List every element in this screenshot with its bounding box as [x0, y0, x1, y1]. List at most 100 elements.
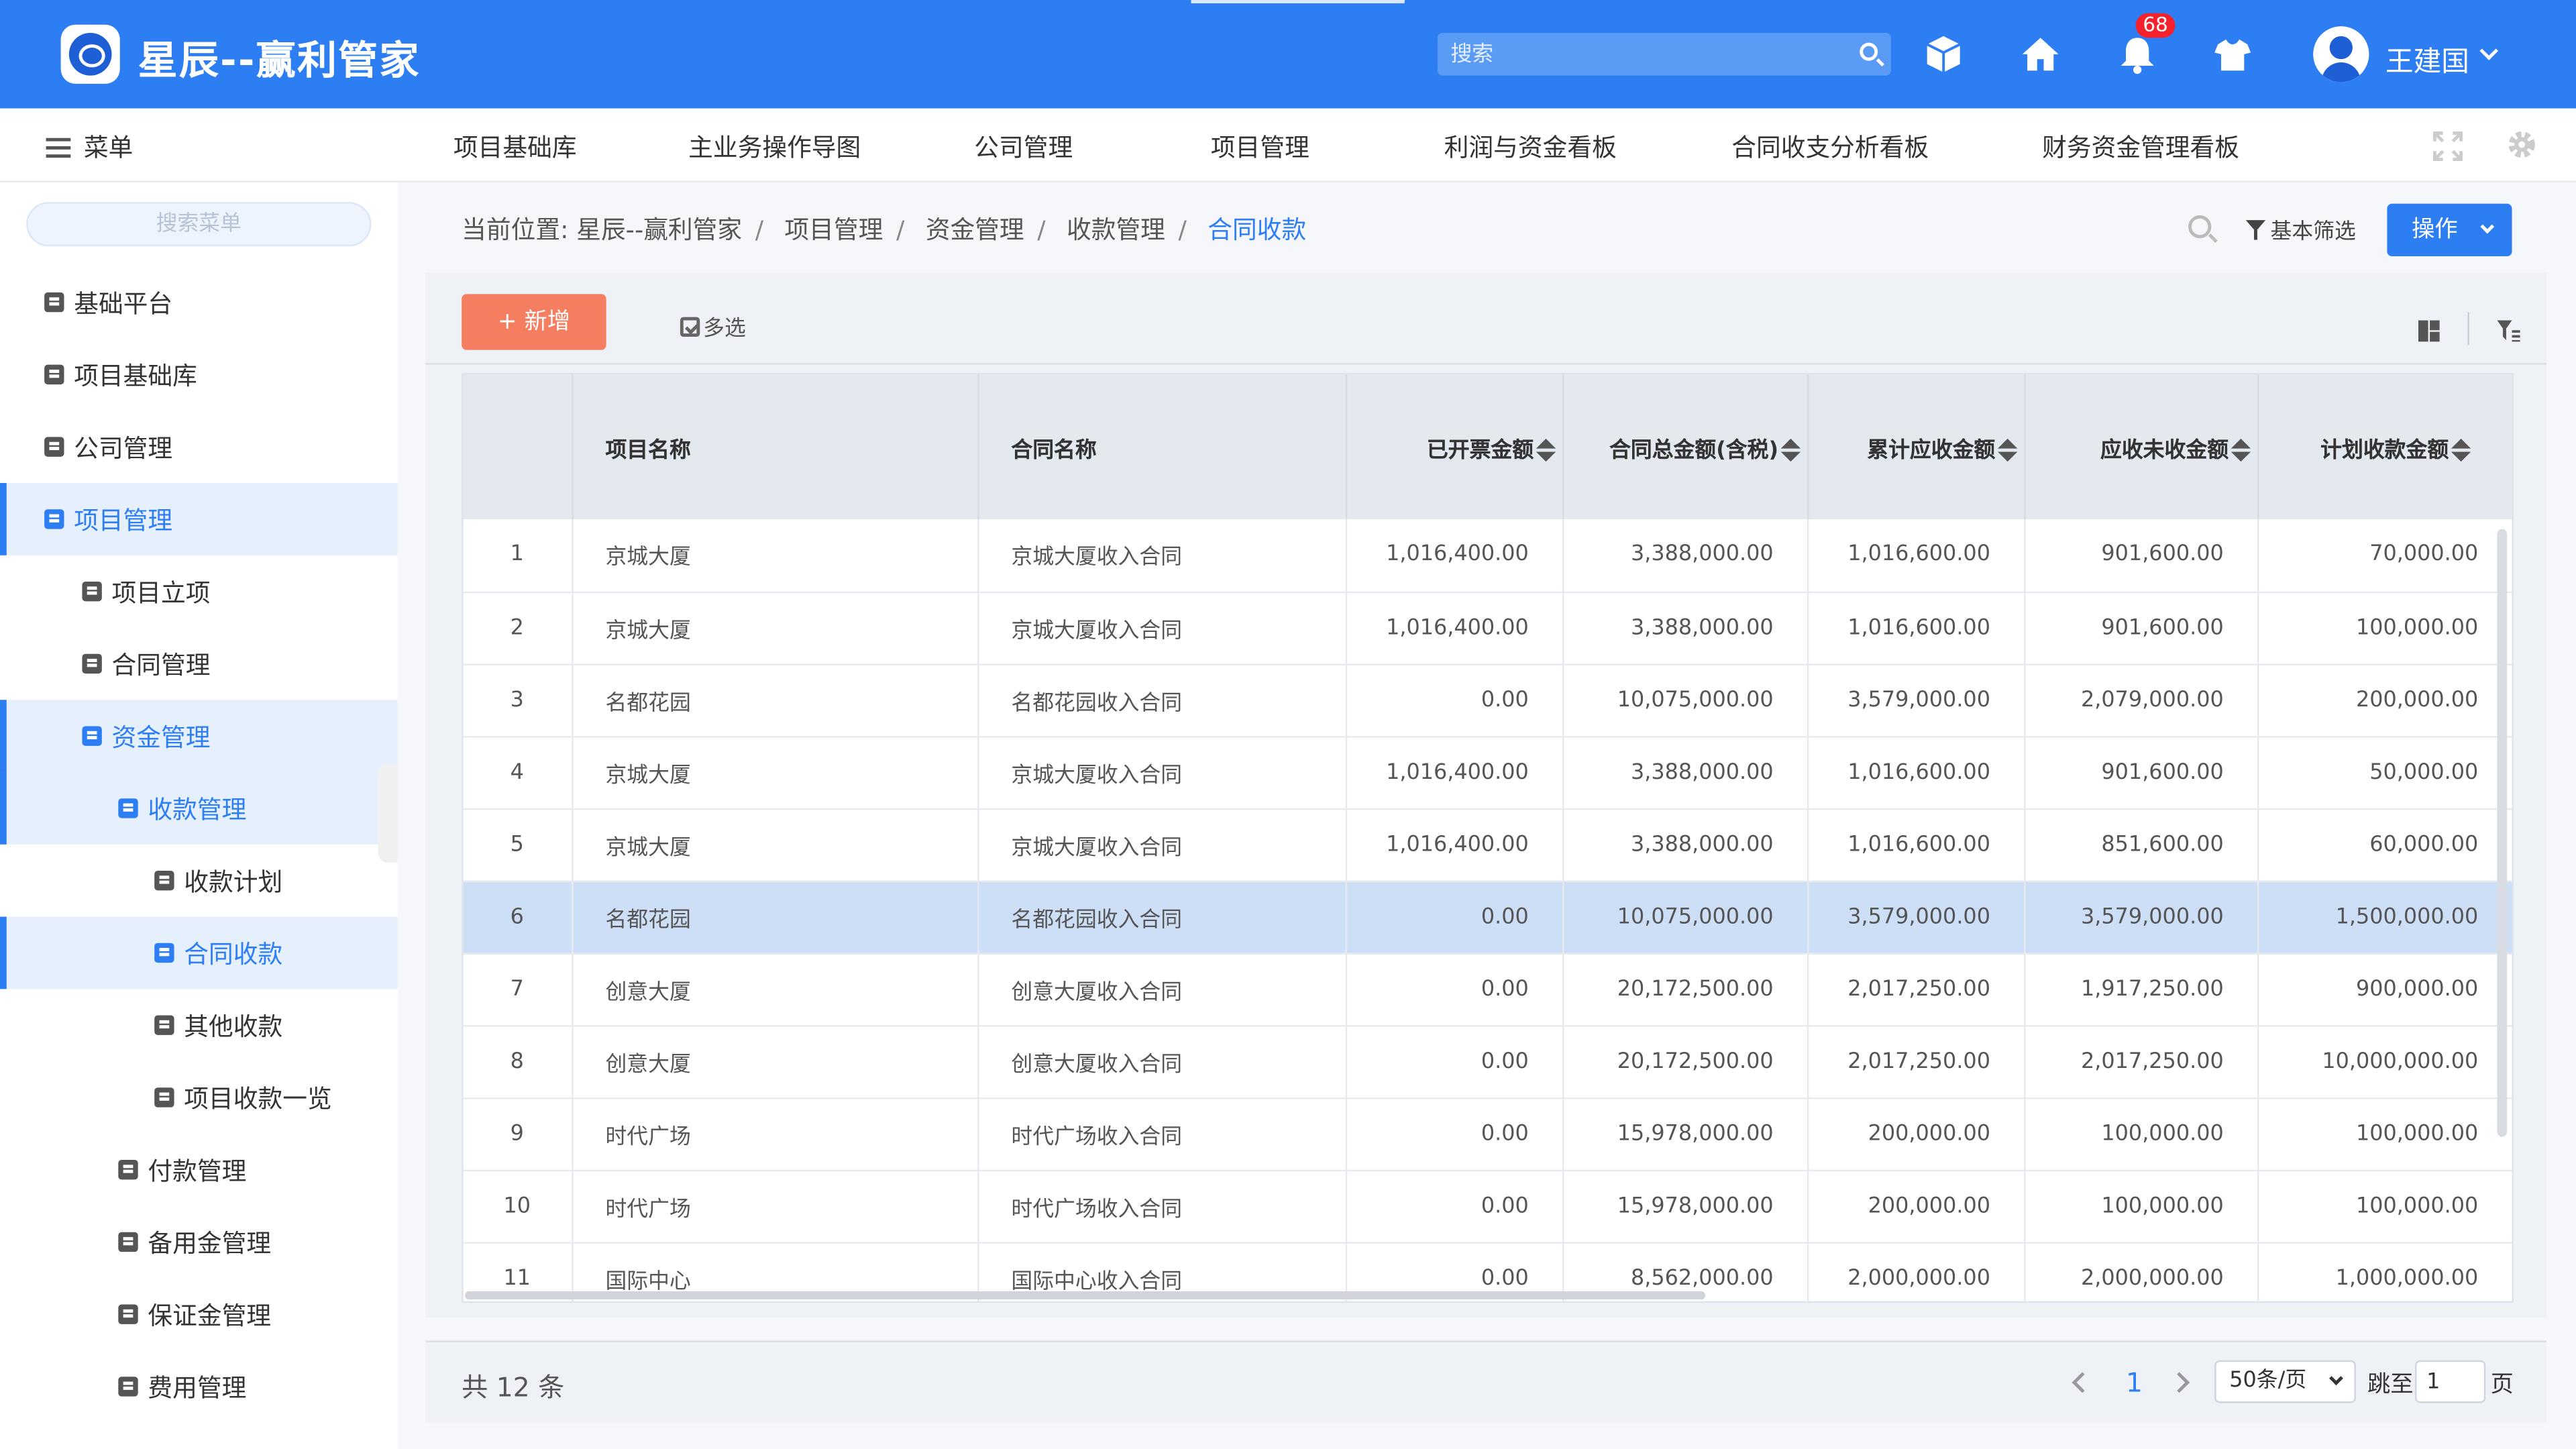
tab-finance-board[interactable]: 财务资金管理看板: [2042, 129, 2239, 164]
layout-grid-icon[interactable]: [2418, 320, 2440, 342]
table-row[interactable]: 1 京城大厦 京城大厦收入合同 1,016,400.00 3,388,000.00 1,0…: [463, 519, 2512, 592]
app-logo[interactable]: [60, 24, 120, 84]
page-number-current[interactable]: 1: [2126, 1367, 2143, 1399]
sidebar-item-payment[interactable]: 付款管理: [0, 1134, 398, 1206]
search-icon[interactable]: [2188, 215, 2212, 239]
sidebar-item-label: 基础平台: [74, 288, 173, 318]
page-size-select[interactable]: 50条/页: [2214, 1360, 2356, 1403]
row-index: 8: [463, 1025, 573, 1099]
sidebar-item-receipt-plan[interactable]: 收款计划: [0, 845, 398, 917]
table-row[interactable]: 10 时代广场 时代广场收入合同 0.00 15,978,000.00 200,000.0…: [463, 1169, 2512, 1243]
table-row[interactable]: 6 名都花园 名都花园收入合同 0.00 10,075,000.00 3,579,000.…: [463, 880, 2512, 954]
global-search-input[interactable]: [1437, 32, 1832, 76]
sidebar-item-reserve-fund[interactable]: 备用金管理: [0, 1206, 398, 1279]
user-avatar[interactable]: [2313, 26, 2369, 83]
column-header-unreceived[interactable]: 应收未收金额: [2024, 374, 2259, 519]
breadcrumb-current: 合同收款: [1208, 215, 1307, 245]
table-row[interactable]: 3 名都花园 名都花园收入合同 0.00 10,075,000.00 3,579,000.…: [463, 663, 2512, 737]
table-row[interactable]: 2 京城大厦 京城大厦收入合同 1,016,400.00 3,388,000.00 1,0…: [463, 591, 2512, 665]
tab-business-guide[interactable]: 主业务操作导图: [688, 129, 861, 164]
global-search[interactable]: [1437, 32, 1891, 76]
sidebar-item-project-setup[interactable]: 项目立项: [0, 555, 398, 628]
breadcrumb-item[interactable]: 收款管理: [1067, 215, 1165, 245]
sidebar-item-project-library[interactable]: 项目基础库: [0, 338, 398, 411]
row-index: 6: [463, 880, 573, 954]
database-icon: [44, 364, 64, 385]
gear-icon[interactable]: [2506, 128, 2538, 161]
fullscreen-icon[interactable]: [2432, 131, 2463, 162]
planned-receipt-cell: 900,000.00: [2257, 953, 2512, 1026]
multi-select-toggle[interactable]: 多选: [680, 311, 746, 341]
cube-icon[interactable]: [1922, 33, 1965, 76]
row-index: 3: [463, 663, 573, 737]
home-icon[interactable]: [2019, 33, 2062, 76]
chevron-down-icon[interactable]: [2479, 42, 2499, 60]
column-header-invoiced[interactable]: 已开票金额: [1345, 374, 1564, 519]
sidebar-item-contract[interactable]: 合同管理: [0, 628, 398, 700]
total-amount-cell: 3,388,000.00: [1562, 519, 1809, 592]
sidebar-item-company[interactable]: 公司管理: [0, 411, 398, 483]
row-index: 2: [463, 591, 573, 665]
sort-icon[interactable]: [2230, 438, 2250, 462]
bell-icon[interactable]: [2116, 33, 2159, 76]
invoiced-amount-cell: 1,016,400.00: [1345, 736, 1564, 810]
column-header-accumulated[interactable]: 累计应收金额: [1807, 374, 2025, 519]
table-row[interactable]: 7 创意大厦 创意大厦收入合同 0.00 20,172,500.00 2,017,250.…: [463, 953, 2512, 1026]
sidebar-item-receipt-overview[interactable]: 项目收款一览: [0, 1061, 398, 1134]
basic-filter-button[interactable]: 基本筛选: [2245, 213, 2356, 245]
sort-icon[interactable]: [1996, 438, 2017, 462]
accumulated-receivable-cell: 1,016,600.00: [1807, 736, 2025, 810]
chevron-down-icon: [2480, 219, 2495, 234]
operation-dropdown-button[interactable]: 操作: [2387, 203, 2512, 257]
sidebar-item-contract-receipt[interactable]: 合同收款: [0, 916, 398, 989]
sidebar-item-base-platform[interactable]: 基础平台: [0, 266, 398, 339]
add-button[interactable]: + 新增: [462, 294, 606, 350]
tab-contract-analysis-board[interactable]: 合同收支分析看板: [1731, 129, 1929, 164]
sidebar-item-expense[interactable]: 费用管理: [0, 1350, 398, 1423]
column-header-planned[interactable]: 计划收款金额: [2257, 374, 2512, 519]
menu-toggle[interactable]: 菜单: [46, 129, 133, 164]
row-index: 10: [463, 1169, 573, 1243]
breadcrumb-item[interactable]: 资金管理: [926, 215, 1024, 245]
sort-icon[interactable]: [2450, 438, 2471, 462]
tab-project-library[interactable]: 项目基础库: [453, 129, 577, 164]
basic-filter-label: 基本筛选: [2270, 220, 2356, 245]
sidebar-item-project-management[interactable]: 项目管理: [0, 483, 398, 555]
sidebar-item-receipt-management[interactable]: 收款管理: [0, 772, 398, 845]
sort-icon[interactable]: [1780, 438, 1800, 462]
user-name[interactable]: 王建国: [2385, 38, 2469, 79]
table-row[interactable]: 4 京城大厦 京城大厦收入合同 1,016,400.00 3,388,000.00 1,0…: [463, 736, 2512, 810]
table-row[interactable]: 9 时代广场 时代广场收入合同 0.00 15,978,000.00 200,000.00…: [463, 1097, 2512, 1171]
hamburger-icon[interactable]: [46, 137, 71, 157]
sidebar-search-input[interactable]: 搜索菜单: [26, 202, 372, 247]
reserve-icon: [118, 1232, 138, 1252]
table-row[interactable]: 5 京城大厦 京城大厦收入合同 1,016,400.00 3,388,000.00 1,0…: [463, 808, 2512, 881]
company-icon: [44, 437, 64, 457]
checkbox-icon: [680, 316, 700, 336]
accumulated-receivable-cell: 3,579,000.00: [1807, 663, 2025, 737]
tab-profit-fund-board[interactable]: 利润与资金看板: [1444, 129, 1617, 164]
horizontal-scrollbar[interactable]: [465, 1291, 1706, 1300]
filter-icon: [2245, 219, 2266, 239]
search-icon[interactable]: [1860, 42, 1878, 61]
sidebar-item-label: 合同收款: [184, 938, 283, 969]
theme-shirt-icon[interactable]: [2211, 33, 2254, 76]
sort-icon[interactable]: [1535, 438, 1555, 462]
planned-receipt-cell: 100,000.00: [2257, 591, 2512, 665]
sidebar-collapse-handle[interactable]: [378, 763, 398, 863]
project-icon: [44, 509, 64, 529]
sidebar-item-deposit[interactable]: 保证金管理: [0, 1278, 398, 1350]
invoiced-amount-cell: 0.00: [1345, 1169, 1564, 1243]
sidebar-item-fund-management[interactable]: 资金管理: [0, 700, 398, 773]
tab-company-management[interactable]: 公司管理: [974, 129, 1073, 164]
column-header-total[interactable]: 合同总金额(含税): [1562, 374, 1809, 519]
breadcrumb-item[interactable]: 星辰--赢利管家: [576, 215, 742, 245]
column-filter-icon[interactable]: [2497, 320, 2520, 342]
table-row[interactable]: 8 创意大厦 创意大厦收入合同 0.00 20,172,500.00 2,017,250.…: [463, 1025, 2512, 1099]
tab-project-management[interactable]: 项目管理: [1211, 129, 1309, 164]
jump-page-input[interactable]: [2415, 1360, 2486, 1403]
vertical-scrollbar[interactable]: [2497, 529, 2508, 1137]
sidebar-item-other-receipt[interactable]: 其他收款: [0, 989, 398, 1061]
breadcrumb-item[interactable]: 项目管理: [784, 215, 883, 245]
row-index: 9: [463, 1097, 573, 1171]
